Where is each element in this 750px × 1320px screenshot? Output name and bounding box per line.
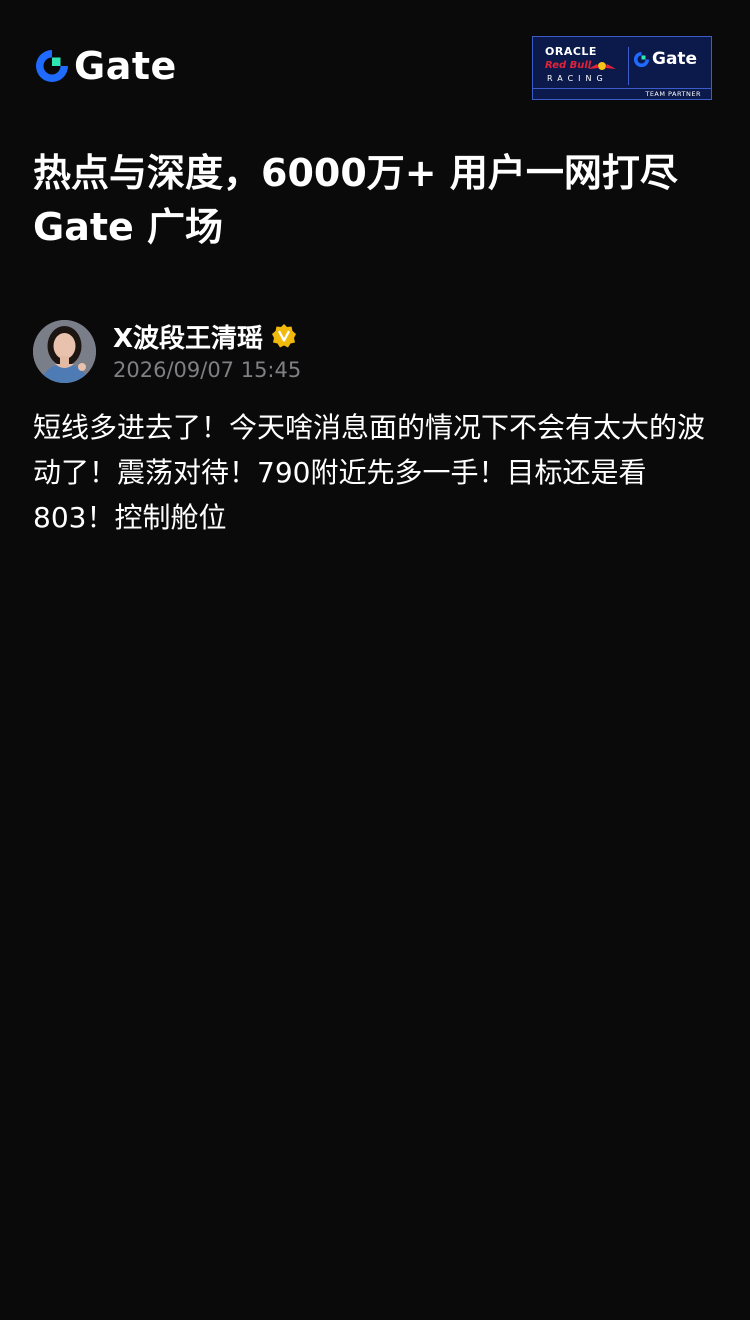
partner-redbull-text: Red Bull: [545, 60, 592, 71]
gate-logo[interactable]: Gate: [34, 44, 177, 88]
author-name[interactable]: X波段王清瑶: [113, 318, 263, 355]
avatar[interactable]: [33, 320, 96, 383]
app-header: Gate ORACLE Red Bull RACING Gate TEAM PA…: [0, 0, 750, 130]
author-name-row: X波段王清瑶: [113, 318, 301, 355]
post-timestamp: 2026/09/07 15:45: [113, 358, 302, 382]
team-partner-badge: ORACLE Red Bull RACING Gate TEAM PARTNER: [532, 36, 712, 100]
partner-gate-text: Gate: [652, 49, 698, 69]
partner-racing-text: RACING: [547, 74, 608, 83]
gate-logo-icon: [36, 50, 68, 82]
logo-text: Gate: [74, 44, 177, 88]
post-card: X波段王清瑶 2026/09/07 15:45 短线多进去了！今天啥消息面的情况…: [33, 320, 717, 540]
author-info: X波段王清瑶 2026/09/07 15:45: [113, 318, 302, 383]
oracle-redbull-racing-mark: ORACLE Red Bull RACING: [539, 43, 623, 87]
partner-gate-icon: [633, 51, 650, 68]
avatar-portrait-icon: [33, 320, 96, 383]
partner-divider: [628, 47, 629, 85]
page-headline: 热点与深度，6000万+ 用户一网打尽 Gate 广场: [33, 151, 678, 249]
team-partner-label: TEAM PARTNER: [645, 90, 701, 98]
partner-gate-mark: Gate: [633, 51, 697, 68]
post-body: 短线多进去了！今天啥消息面的情况下不会有太大的波动了！震荡对待！790附近先多一…: [33, 411, 706, 534]
post-author: X波段王清瑶 2026/09/07 15:45: [33, 320, 717, 383]
partner-oracle-text: ORACLE: [545, 45, 597, 58]
redbull-bulls-icon: [588, 62, 616, 70]
verified-badge-icon: [272, 324, 297, 348]
partner-footer: TEAM PARTNER: [533, 88, 711, 99]
partner-footer-line: [533, 88, 711, 89]
